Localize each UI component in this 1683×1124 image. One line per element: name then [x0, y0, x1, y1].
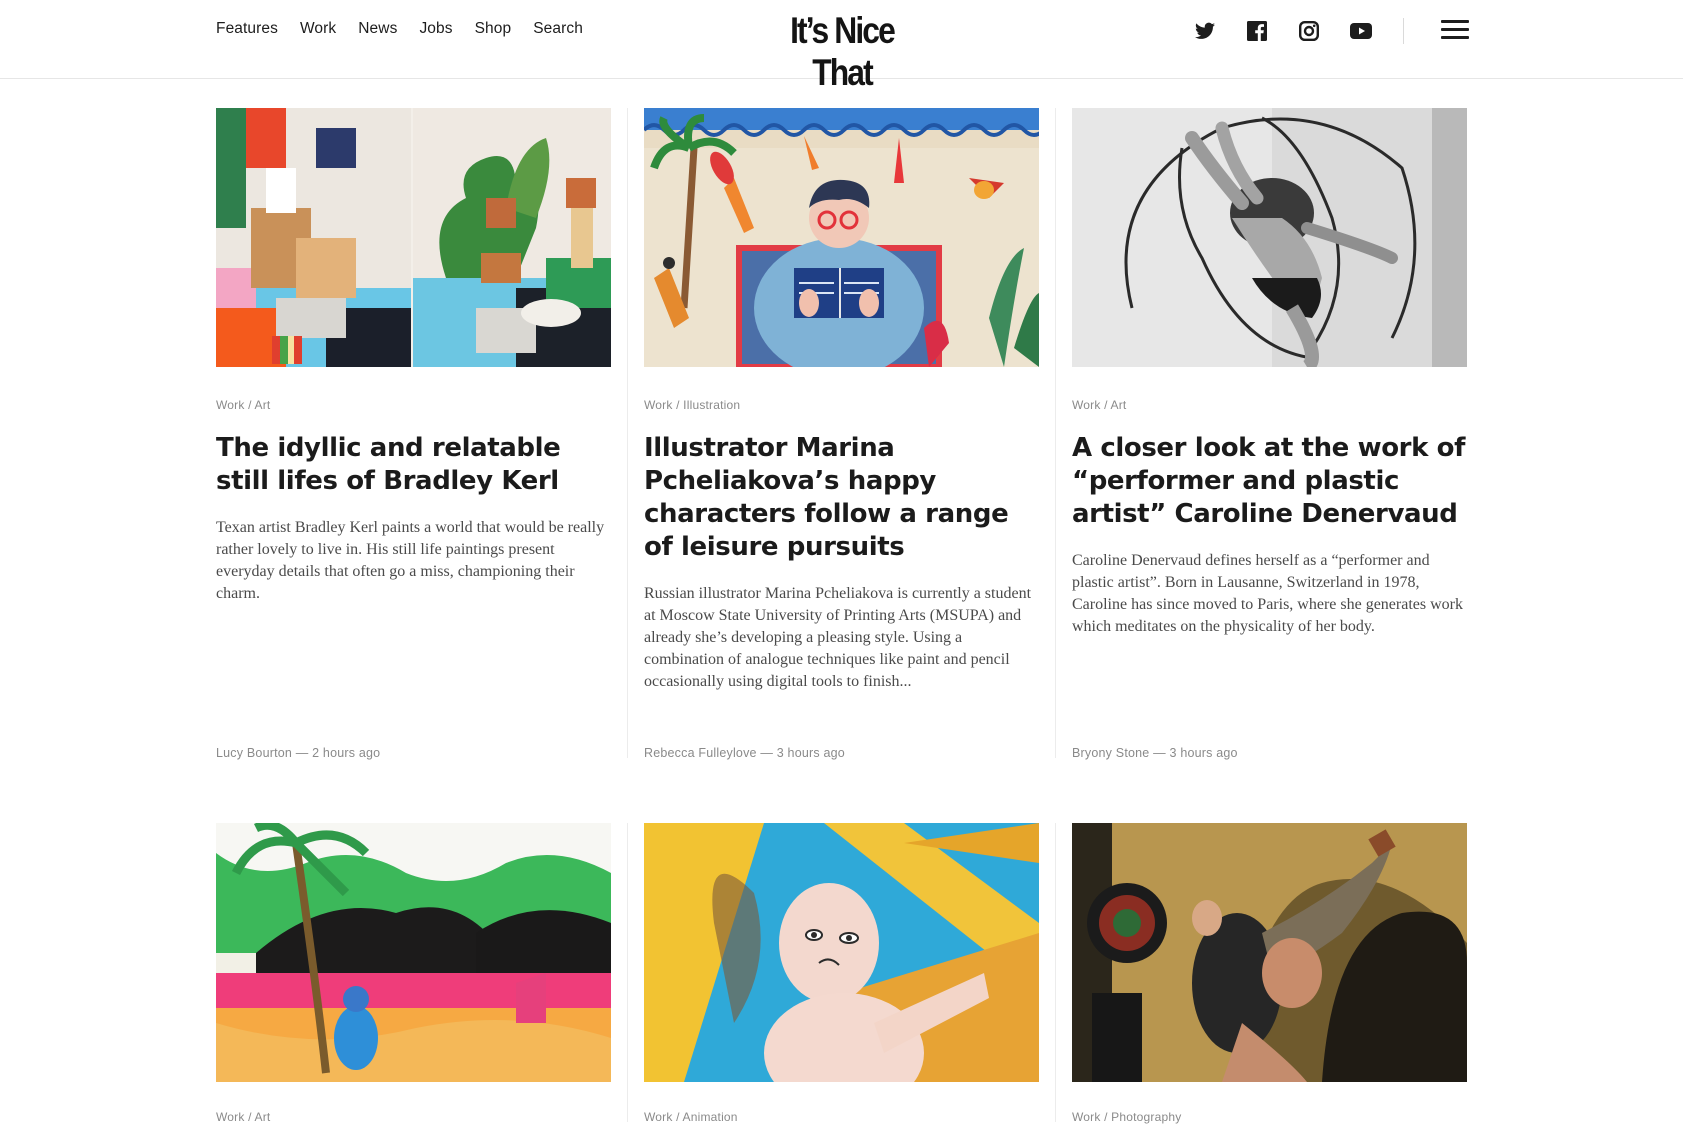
article-card: Work / Animation — [644, 823, 1039, 1124]
article-excerpt: Caroline Denervaud defines herself as a … — [1072, 552, 1463, 635]
column-divider — [627, 823, 628, 1122]
youtube-icon[interactable] — [1348, 18, 1374, 44]
article-thumbnail[interactable] — [1072, 823, 1467, 1082]
social-links — [1192, 18, 1374, 44]
article-category[interactable]: Work / Illustration — [644, 398, 1039, 412]
article-thumbnail[interactable] — [1072, 108, 1467, 367]
nav-search-link[interactable]: Search — [533, 20, 583, 38]
column-divider — [627, 108, 628, 758]
main-nav: Features Work News Jobs Shop Search — [216, 20, 583, 38]
article-category[interactable]: Work / Art — [1072, 398, 1467, 412]
instagram-icon[interactable] — [1296, 18, 1322, 44]
article-thumbnail[interactable] — [216, 823, 611, 1082]
article-title[interactable]: The idyllic and relatable still lifes of… — [216, 432, 611, 498]
column-divider — [1055, 108, 1056, 758]
nav-work-link[interactable]: Work — [300, 20, 336, 38]
twitter-icon[interactable] — [1192, 18, 1218, 44]
article-card: Work / Illustration Illustrator Marina P… — [644, 108, 1039, 760]
article-thumbnail[interactable] — [644, 823, 1039, 1082]
site-logo[interactable]: It’s Nice That — [771, 10, 912, 94]
article-thumbnail[interactable] — [216, 108, 611, 367]
site-header: Features Work News Jobs Shop Search It’s… — [0, 0, 1683, 93]
article-card: Work / Art — [216, 823, 611, 1124]
nav-news-link[interactable]: News — [358, 20, 397, 38]
article-excerpt: Russian illustrator Marina Pcheliakova i… — [644, 585, 1032, 690]
article-category[interactable]: Work / Art — [216, 398, 611, 412]
nav-jobs-link[interactable]: Jobs — [419, 20, 452, 38]
article-card: Work / Photography — [1072, 823, 1467, 1124]
article-byline: Lucy Bourton — 2 hours ago — [216, 746, 381, 760]
article-card: Work / Art The idyllic and relatable sti… — [216, 108, 611, 760]
article-excerpt: Texan artist Bradley Kerl paints a world… — [216, 519, 605, 602]
article-byline: Bryony Stone — 3 hours ago — [1072, 746, 1238, 760]
article-thumbnail[interactable] — [644, 108, 1039, 367]
article-card: Work / Art A closer look at the work of … — [1072, 108, 1467, 760]
facebook-icon[interactable] — [1244, 18, 1270, 44]
article-byline: Rebecca Fulleylove — 3 hours ago — [644, 746, 845, 760]
column-divider — [1055, 823, 1056, 1122]
header-divider — [1403, 18, 1404, 44]
article-title[interactable]: A closer look at the work of “performer … — [1072, 432, 1467, 531]
nav-shop-link[interactable]: Shop — [475, 20, 512, 38]
article-title[interactable]: Illustrator Marina Pcheliakova’s happy c… — [644, 432, 1039, 564]
nav-features-link[interactable]: Features — [216, 20, 278, 38]
hamburger-menu-icon[interactable] — [1441, 18, 1469, 44]
